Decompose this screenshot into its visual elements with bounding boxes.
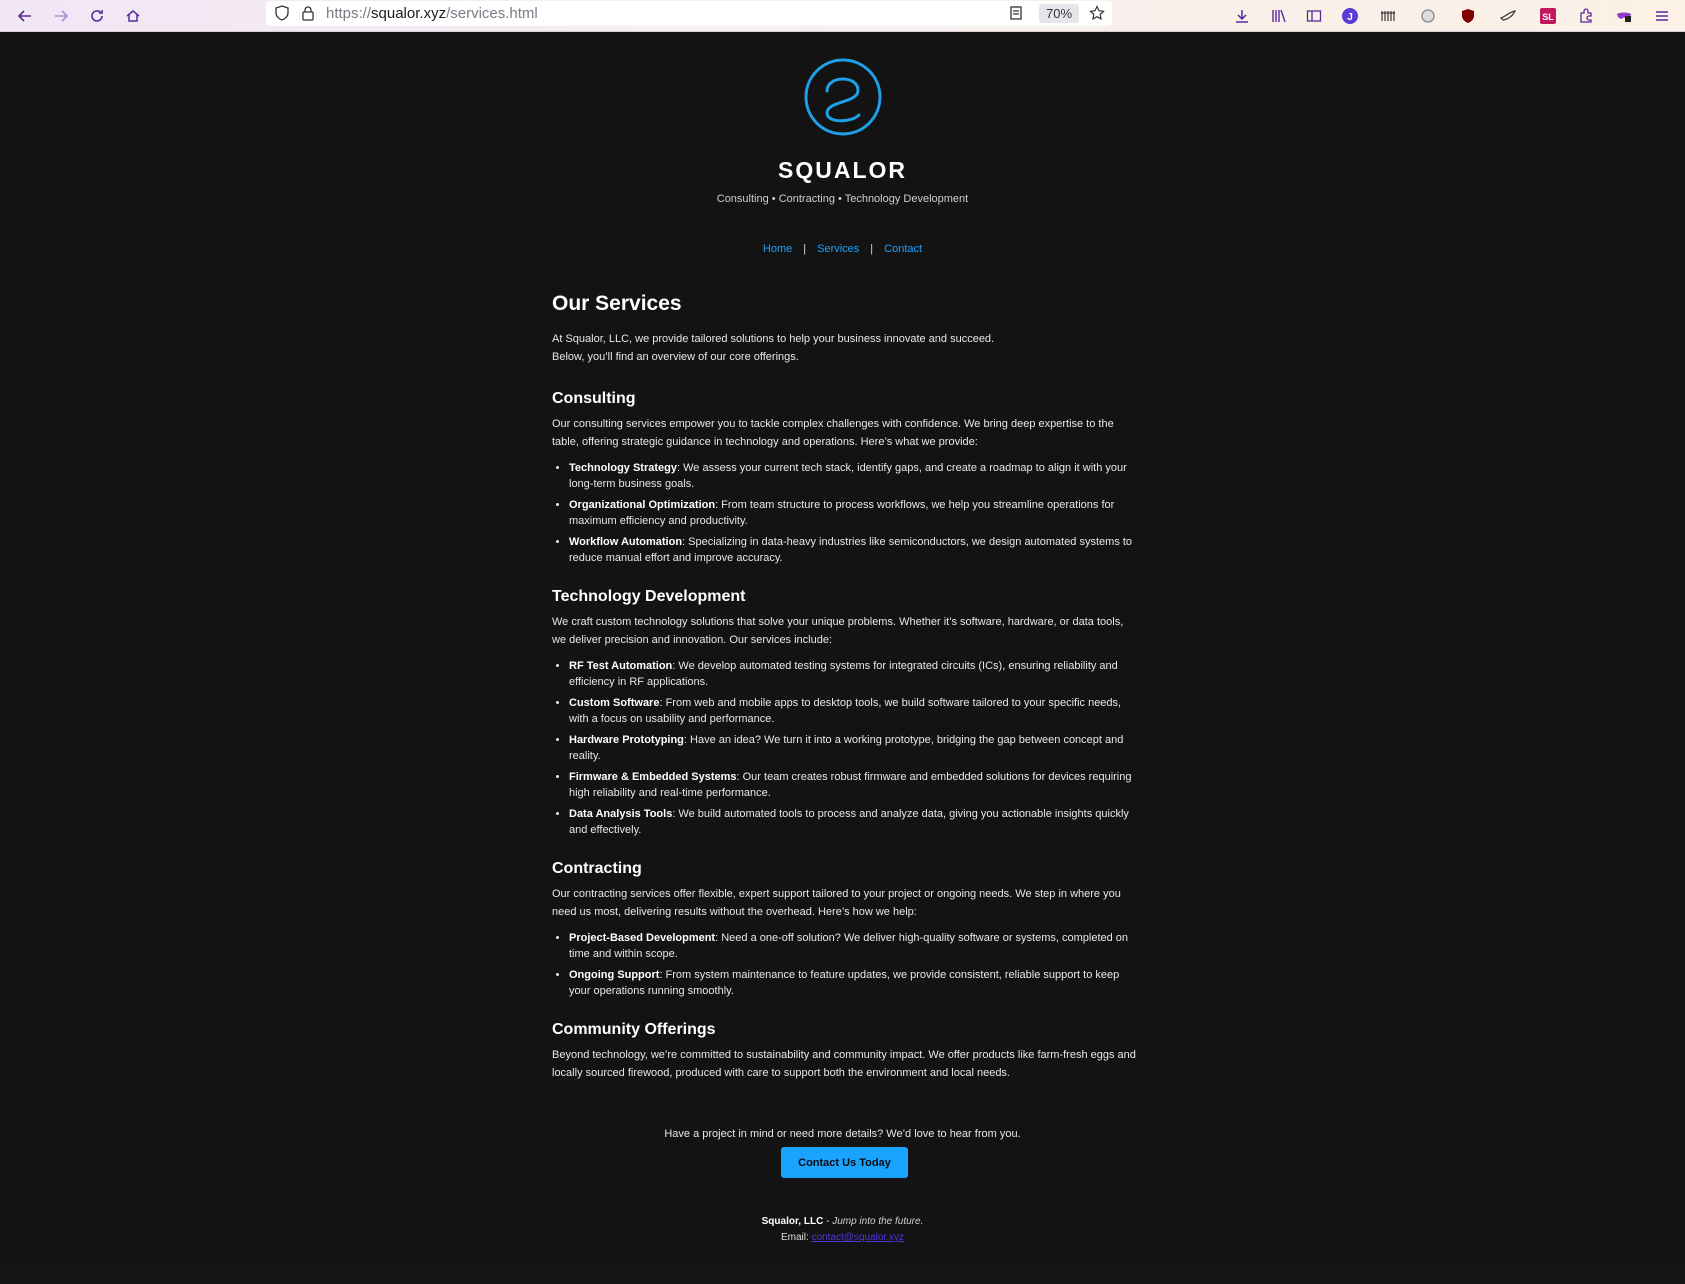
menu-icon[interactable]	[1650, 4, 1674, 28]
browser-toolbar: https://squalor.xyz/services.html 70% J …	[0, 0, 1685, 32]
list-item: Hardware Prototyping: Have an idea? We t…	[569, 732, 1137, 764]
contact-us-button[interactable]: Contact Us Today	[781, 1147, 908, 1178]
brand-name: SQUALOR	[778, 157, 907, 183]
footer-email-link[interactable]: contact@squalor.xyz	[812, 1232, 904, 1243]
section-text: Our contracting services offer flexible,…	[552, 888, 1121, 918]
list-item: RF Test Automation: We develop automated…	[569, 658, 1137, 690]
section-contracting: Contracting Our contracting services off…	[552, 860, 1137, 999]
footer-slogan: Jump into the future.	[832, 1216, 924, 1227]
section-heading: Contracting	[552, 860, 642, 877]
list-item: Custom Software: From web and mobile app…	[569, 695, 1137, 727]
service-list: Project-Based Development: Need a one-of…	[552, 930, 1137, 999]
url-bar[interactable]: https://squalor.xyz/services.html 70%	[266, 1, 1112, 26]
list-item: Workflow Automation: Specializing in dat…	[569, 534, 1137, 566]
nav-contact[interactable]: Contact	[884, 243, 922, 255]
ublock-icon[interactable]	[1456, 4, 1480, 28]
service-list: RF Test Automation: We develop automated…	[552, 658, 1137, 838]
section-text: Beyond technology, we’re committed to su…	[552, 1049, 1136, 1079]
os-bottom-strip	[0, 1264, 1685, 1284]
downloads-icon[interactable]	[1230, 4, 1254, 28]
nav-separator: |	[870, 243, 874, 255]
nav-home[interactable]: Home	[763, 243, 792, 255]
reload-icon[interactable]	[85, 4, 109, 28]
section-community-offerings: Community Offerings Beyond technology, w…	[552, 1021, 1137, 1082]
list-item: Technology Strategy: We assess your curr…	[569, 460, 1137, 492]
section-heading: Technology Development	[552, 588, 746, 605]
account-icon[interactable]: J	[1338, 4, 1362, 28]
zoom-level-badge[interactable]: 70%	[1039, 4, 1079, 23]
squalor-logo	[804, 58, 882, 136]
reader-view-icon[interactable]	[1008, 5, 1024, 26]
home-icon[interactable]	[121, 4, 145, 28]
footer-email-label: Email:	[781, 1232, 812, 1243]
tagline: Consulting • Contracting • Technology De…	[716, 193, 969, 205]
intro-text: At Squalor, LLC, we provide tailored sol…	[552, 333, 995, 363]
list-item: Firmware & Embedded Systems: Our team cr…	[569, 769, 1137, 801]
service-list: Technology Strategy: We assess your curr…	[552, 460, 1137, 566]
services-content: Our Services At Squalor, LLC, we provide…	[552, 292, 1137, 1104]
section-consulting: Consulting Our consulting services empow…	[552, 390, 1137, 566]
list-item: Data Analysis Tools: We build automated …	[569, 806, 1137, 838]
extensions-puzzle-icon[interactable]	[1574, 4, 1598, 28]
section-heading: Consulting	[552, 390, 636, 407]
nav-separator: |	[803, 243, 807, 255]
main-nav: Home | Services | Contact	[0, 243, 1685, 255]
extension-cloud-icon[interactable]	[1416, 4, 1440, 28]
extension-bird-icon[interactable]	[1496, 4, 1520, 28]
list-item: Ongoing Support: From system maintenance…	[569, 967, 1137, 999]
section-heading: Community Offerings	[552, 1021, 716, 1038]
extension-sl-icon[interactable]: SL	[1536, 4, 1560, 28]
list-item: Project-Based Development: Need a one-of…	[569, 930, 1137, 962]
bookmark-star-icon[interactable]	[1089, 5, 1105, 26]
footer: Squalor, LLC - Jump into the future. Ema…	[761, 1216, 924, 1243]
back-icon[interactable]	[13, 4, 37, 28]
forward-icon[interactable]	[49, 4, 73, 28]
page-title: Our Services	[552, 292, 682, 315]
svg-text:J: J	[1347, 12, 1353, 23]
footer-company: Squalor, LLC	[761, 1216, 824, 1227]
cta-text: Have a project in mind or need more deta…	[664, 1128, 1021, 1140]
sidebar-icon[interactable]	[1302, 4, 1326, 28]
list-item: Organizational Optimization: From team s…	[569, 497, 1137, 529]
library-icon[interactable]	[1267, 4, 1291, 28]
nav-services[interactable]: Services	[817, 243, 859, 255]
private-mask-icon[interactable]	[1612, 4, 1636, 28]
shield-icon[interactable]	[274, 5, 290, 26]
section-text: Our consulting services empower you to t…	[552, 418, 1114, 448]
svg-text:SL: SL	[1542, 12, 1554, 22]
section-technology-development: Technology Development We craft custom t…	[552, 588, 1137, 838]
lock-icon[interactable]	[300, 5, 316, 26]
extension-grid-icon[interactable]	[1376, 4, 1400, 28]
section-text: We craft custom technology solutions tha…	[552, 616, 1124, 646]
url-text: https://squalor.xyz/services.html	[326, 5, 538, 22]
